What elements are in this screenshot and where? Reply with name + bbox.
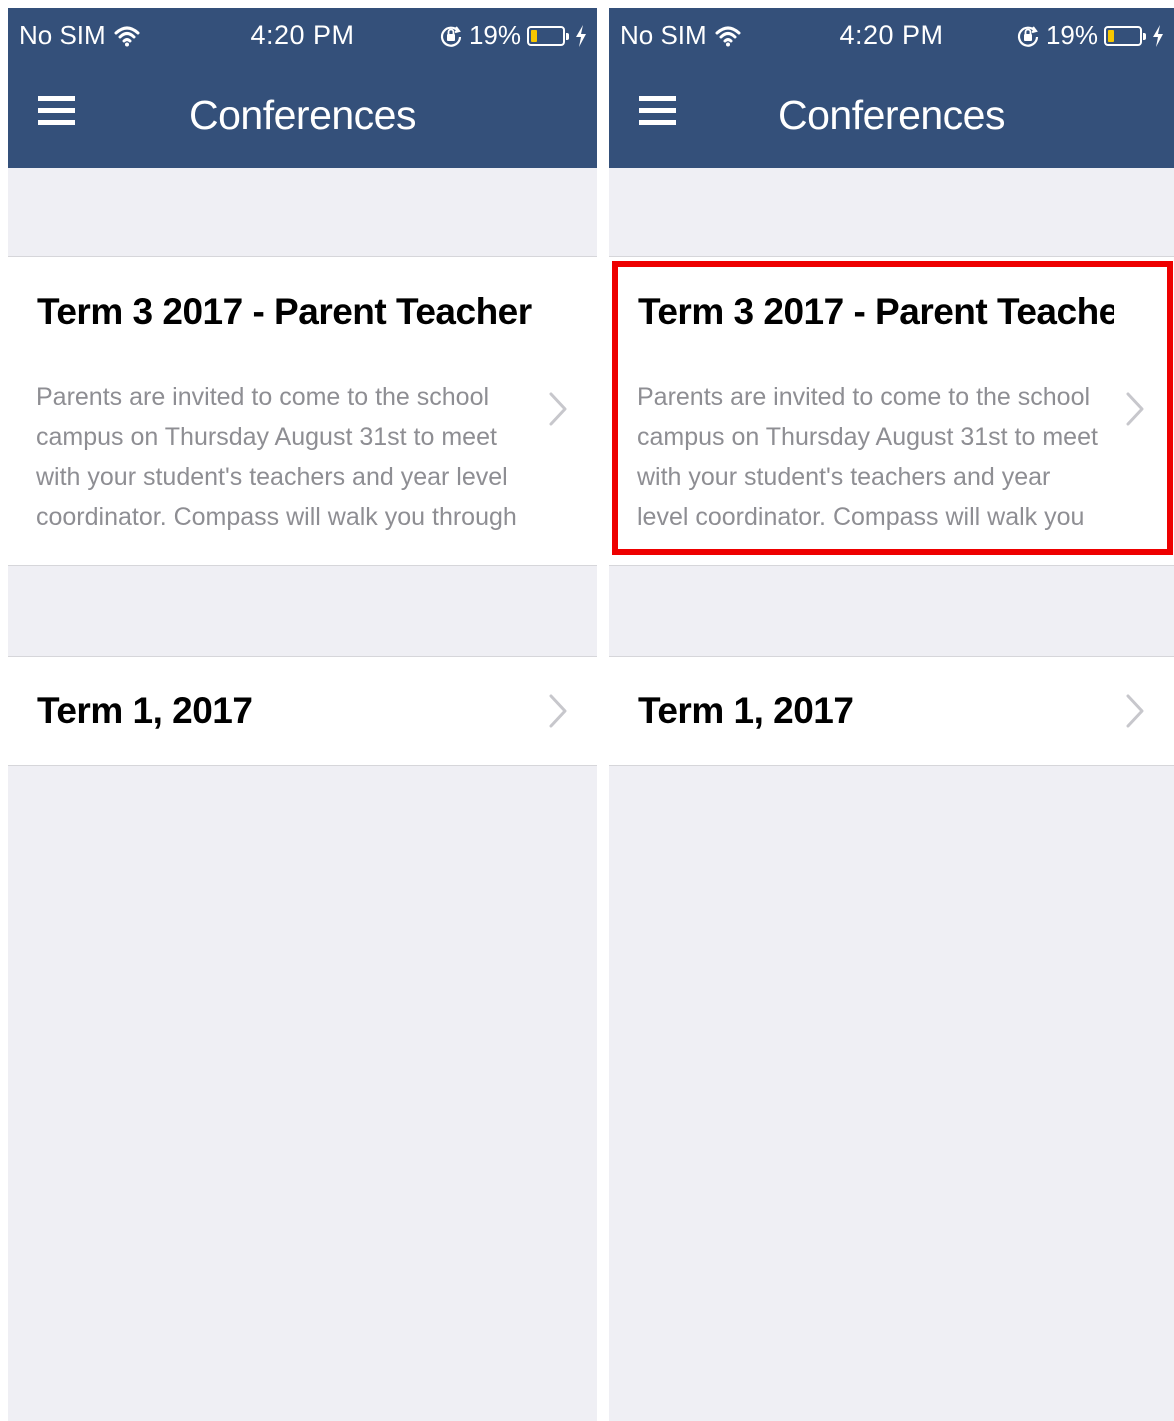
conference-title: Term 3 2017 - Parent Teacher In... (37, 291, 537, 332)
battery-icon (1104, 25, 1146, 46)
rotation-lock-icon (1017, 25, 1039, 47)
conference-title: Term 3 2017 - Parent Teacher In... (638, 291, 1114, 332)
battery-percent: 19% (1045, 20, 1098, 50)
conference-item-term1-2017[interactable]: Term 1, 2017 (8, 656, 597, 766)
charging-bolt-icon (576, 24, 586, 47)
battery-fill (531, 29, 537, 42)
charging-bolt-icon (1153, 24, 1163, 47)
chevron-right-icon (1126, 392, 1144, 426)
status-right-group: 19% (1016, 20, 1164, 51)
conference-item-term3-2017[interactable]: Term 3 2017 - Parent Teacher In... Paren… (609, 256, 1174, 566)
chevron-right-icon (549, 694, 567, 728)
navigation-bar: No SIM 4:20 PM 19% Conferences (609, 8, 1174, 168)
conference-description: Parents are invited to come to the schoo… (36, 383, 517, 531)
conference-title: Term 1, 2017 (638, 690, 854, 731)
conference-item-term1-2017[interactable]: Term 1, 2017 (609, 656, 1174, 766)
status-bar: No SIM 4:20 PM 19% (609, 8, 1174, 60)
status-right-group: 19% (439, 20, 587, 51)
battery-percent: 19% (468, 20, 521, 50)
page-title: Conferences (189, 92, 416, 138)
conference-item-term3-2017[interactable]: Term 3 2017 - Parent Teacher In... Paren… (8, 256, 597, 566)
battery-fill (1108, 29, 1114, 42)
rotation-lock-icon (440, 25, 462, 47)
chevron-right-icon (1126, 694, 1144, 728)
battery-icon (527, 25, 569, 46)
page-title: Conferences (778, 92, 1005, 138)
phone-screen-right: No SIM 4:20 PM 19% Conferences Term 3 20… (609, 8, 1174, 1421)
conference-title: Term 1, 2017 (37, 690, 253, 731)
status-bar: No SIM 4:20 PM 19% (8, 8, 597, 60)
navigation-bar: No SIM 4:20 PM 19% Conferences (8, 8, 597, 168)
conference-description: Parents are invited to come to the schoo… (637, 383, 1098, 531)
phone-screen-left: No SIM 4:20 PM 19% Conferences Term 3 20… (8, 8, 597, 1421)
chevron-right-icon (549, 392, 567, 426)
